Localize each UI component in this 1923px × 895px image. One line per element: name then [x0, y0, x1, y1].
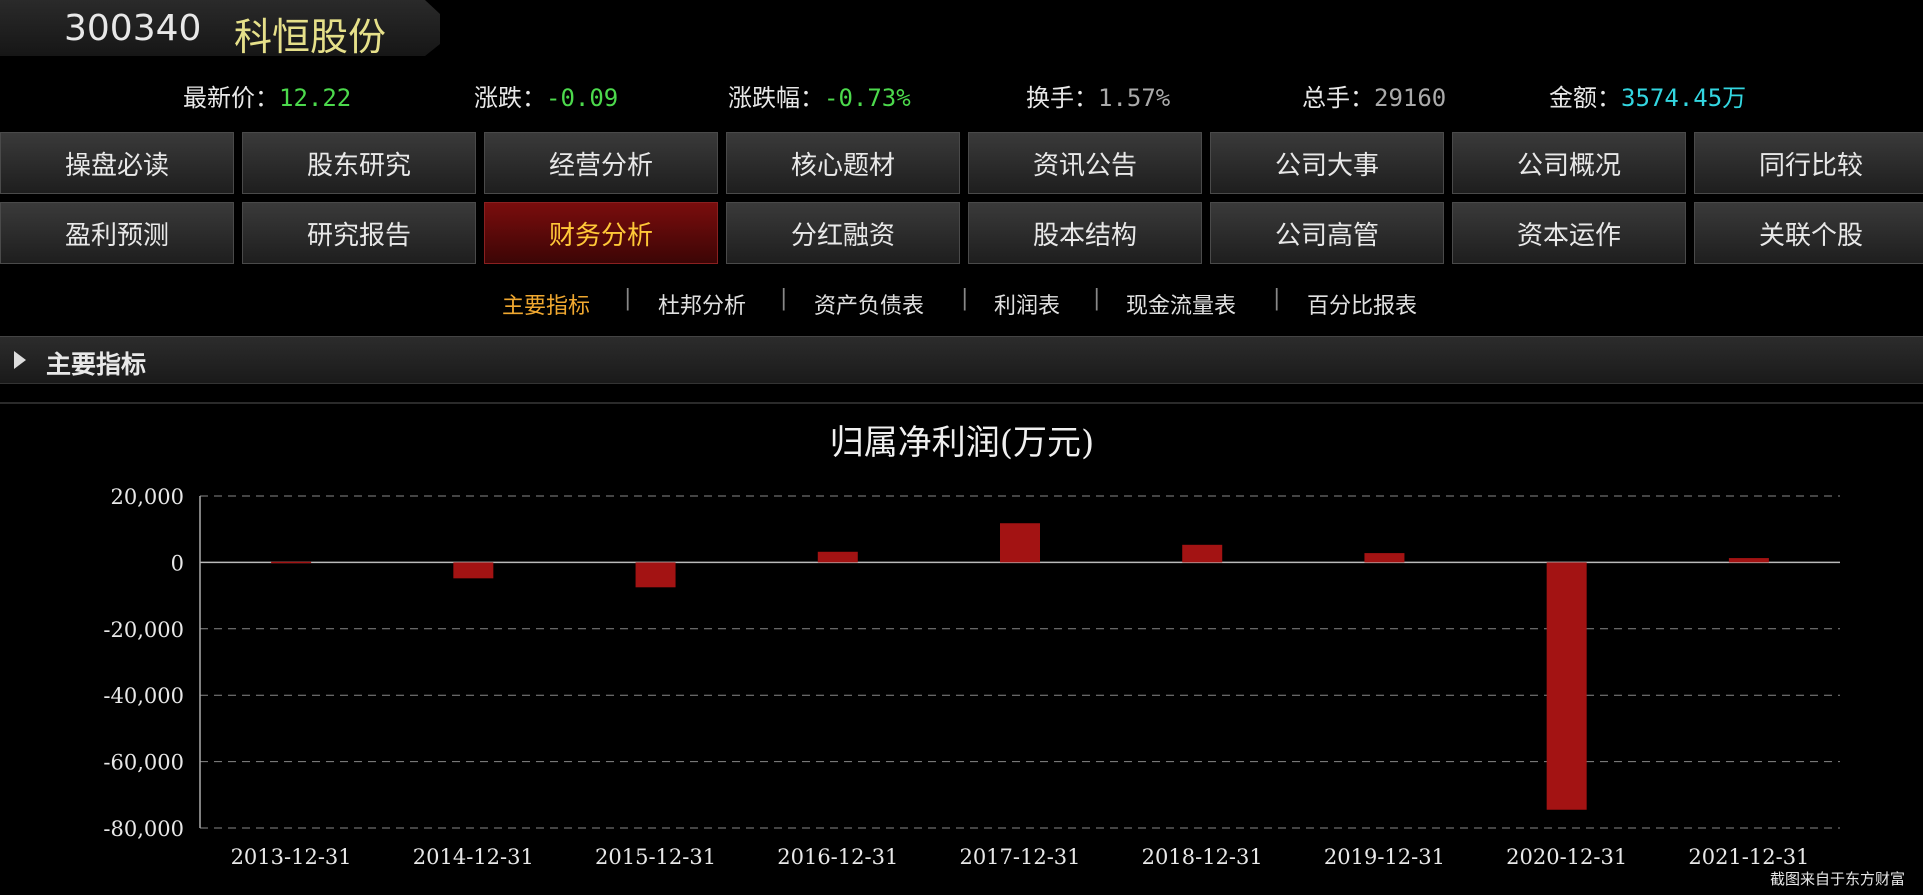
nav-button-tonghangbijiao[interactable]: 同行比较: [1694, 132, 1923, 194]
chart-bar: [1364, 553, 1405, 563]
nav-button-gongsidashi[interactable]: 公司大事: [1210, 132, 1444, 194]
y-tick-label: 20,000: [111, 485, 184, 509]
amount-label: 金额：: [1549, 84, 1621, 112]
amount-field: 金额：3574.45万: [1549, 78, 1746, 113]
subnav-separator: |: [961, 286, 969, 311]
x-tick-label: 2016-12-31: [777, 845, 898, 869]
subnav-main-indicators[interactable]: 主要指标: [502, 288, 590, 320]
nav-button-gubenjiegou[interactable]: 股本结构: [968, 202, 1202, 264]
subnav-income-statement[interactable]: 利润表: [994, 288, 1060, 320]
x-tick-label: 2015-12-31: [595, 845, 716, 869]
price-label: 最新价：: [183, 84, 279, 112]
y-tick-label: -60,000: [103, 751, 184, 775]
section-title: 主要指标: [46, 350, 147, 379]
chart-bar: [817, 551, 858, 563]
chart-bar: [1000, 523, 1040, 563]
net-profit-chart: 归属净利润(万元) 20,000 0 -20,000 -40,000 -60,000 -8…: [103, 423, 1840, 869]
change-field: 涨跌：-0.09: [474, 78, 618, 113]
nav-button-gudongyanjiu[interactable]: 股东研究: [242, 132, 476, 194]
turnover-field: 换手：1.57%: [1026, 78, 1170, 113]
nav-button-caopanbidu[interactable]: 操盘必读: [0, 132, 234, 194]
y-tick-label: -80,000: [103, 817, 184, 841]
chart-bar: [1182, 544, 1223, 563]
subnav-separator: |: [1093, 286, 1101, 311]
chart-bar: [635, 562, 676, 588]
chart-bar: [1546, 562, 1587, 810]
subnav-separator: |: [624, 286, 632, 311]
x-tick-label: 2018-12-31: [1142, 845, 1263, 869]
chart-bar: [453, 562, 494, 579]
nav-button-yanjiubaogao[interactable]: 研究报告: [242, 202, 476, 264]
y-tick-label: 0: [171, 551, 184, 575]
nav-button-guanliangegu[interactable]: 关联个股: [1694, 202, 1923, 264]
x-tick-labels: 2013-12-31 2014-12-31 2015-12-31 2016-12-31…: [231, 845, 1810, 869]
stock-title-tab: 300340 科恒股份: [0, 0, 440, 56]
pct-label: 涨跌幅：: [728, 84, 824, 112]
volume-value: 29160: [1374, 84, 1447, 112]
volume-label: 总手：: [1302, 84, 1374, 112]
subnav-balance-sheet[interactable]: 资产负债表: [814, 288, 924, 320]
nav-row-1: 操盘必读 股东研究 经营分析 核心题材 资讯公告 公司大事 公司概况 同行比较: [0, 132, 1923, 196]
pct-value: -0.73%: [824, 84, 911, 112]
turnover-value: 1.57%: [1098, 84, 1171, 112]
subnav-separator: |: [1273, 286, 1281, 311]
subnav-separator: |: [780, 286, 788, 311]
sub-nav: 主要指标 | 杜邦分析 | 资产负债表 | 利润表 | 现金流量表 | 百分比报…: [0, 286, 1923, 320]
x-tick-label: 2019-12-31: [1324, 845, 1445, 869]
nav-button-jingyingfenxi[interactable]: 经营分析: [484, 132, 718, 194]
y-tick-labels: 20,000 0 -20,000 -40,000 -60,000 -80,000: [103, 485, 184, 841]
x-tick-label: 2014-12-31: [413, 845, 534, 869]
source-note: 截图来自于东方财富: [1769, 870, 1905, 888]
turnover-label: 换手：: [1026, 84, 1098, 112]
nav-button-hexinticai[interactable]: 核心题材: [726, 132, 960, 194]
nav-button-gongsigaikuang[interactable]: 公司概况: [1452, 132, 1686, 194]
change-value: -0.09: [546, 84, 619, 112]
expand-triangle-icon[interactable]: [14, 351, 26, 369]
chart-bar: [1728, 558, 1769, 563]
nav-button-yingliyuce[interactable]: 盈利预测: [0, 202, 234, 264]
stock-code: 300340: [64, 8, 202, 49]
price-field: 最新价：12.22: [183, 78, 351, 113]
y-tick-label: -20,000: [103, 618, 184, 642]
nav-button-fenhongrongzi[interactable]: 分红融资: [726, 202, 960, 264]
nav-button-zixungonggao[interactable]: 资讯公告: [968, 132, 1202, 194]
x-tick-label: 2013-12-31: [231, 845, 352, 869]
change-label: 涨跌：: [474, 84, 546, 112]
chart-bar: [271, 561, 312, 564]
nav-button-gongsigaoguan[interactable]: 公司高管: [1210, 202, 1444, 264]
nav-button-caiwufenxi[interactable]: 财务分析: [484, 202, 718, 264]
volume-field: 总手：29160: [1302, 78, 1446, 113]
amount-value: 3574.45万: [1621, 84, 1747, 112]
x-tick-label: 2021-12-31: [1688, 845, 1809, 869]
x-tick-label: 2020-12-31: [1506, 845, 1627, 869]
y-tick-label: -40,000: [103, 684, 184, 708]
price-value: 12.22: [279, 84, 352, 112]
subnav-percentage-report[interactable]: 百分比报表: [1307, 288, 1417, 320]
subnav-dupont[interactable]: 杜邦分析: [658, 288, 746, 320]
section-header[interactable]: 主要指标: [0, 336, 1923, 384]
x-tick-label: 2017-12-31: [959, 845, 1080, 869]
nav-button-zibenyunzuo[interactable]: 资本运作: [1452, 202, 1686, 264]
chart-bars: [271, 523, 1769, 810]
stock-name: 科恒股份: [234, 15, 387, 59]
subnav-cash-flow[interactable]: 现金流量表: [1126, 288, 1236, 320]
pct-field: 涨跌幅：-0.73%: [728, 78, 911, 113]
nav-row-2: 盈利预测 研究报告 财务分析 分红融资 股本结构 公司高管 资本运作 关联个股: [0, 202, 1923, 266]
chart-title: 归属净利润(万元): [830, 423, 1095, 463]
